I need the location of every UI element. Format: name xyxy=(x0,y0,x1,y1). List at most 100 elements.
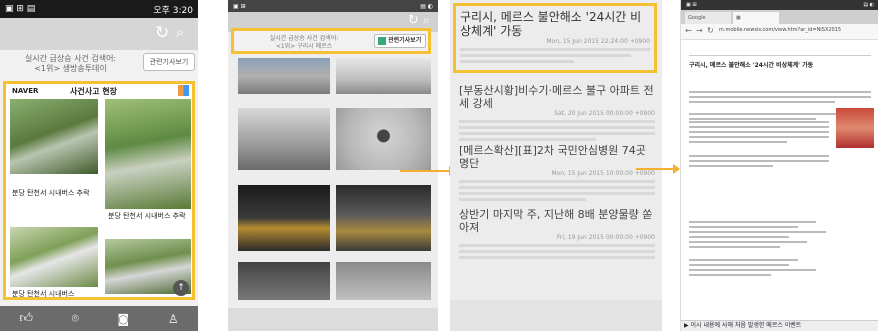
refresh-icon-2[interactable]: ↻ xyxy=(408,13,419,28)
grid-icon[interactable] xyxy=(178,85,189,96)
s2-thumb-3[interactable] xyxy=(238,108,330,170)
profile-icon[interactable]: ♙ xyxy=(168,312,179,326)
body-line xyxy=(689,91,871,93)
snippet-line xyxy=(459,198,587,201)
caption-1[interactable]: 분당 탄천서 시내버스 추락 xyxy=(12,189,94,198)
related-link[interactable] xyxy=(689,259,799,261)
article-title-4[interactable]: 상반기 마지막 주, 지난해 8배 분양물량 쏟아져 xyxy=(459,208,655,234)
url-field[interactable]: m.mobile.newsis.com/view.htm?ar_id=NISX2… xyxy=(719,27,869,37)
status-icons-left: ▣ ⊞ ▤ xyxy=(5,4,36,14)
snippet-line xyxy=(460,54,631,57)
caption-2[interactable]: 분당 탄천서 시내버스 추락 xyxy=(108,212,188,221)
s2-thumb-7[interactable] xyxy=(238,262,330,300)
article-headline: 구리시, 메르스 불안해소 '24시간 비상체계' 가동 xyxy=(689,62,814,69)
body-line xyxy=(689,96,871,98)
snippet-line xyxy=(459,120,655,123)
article-date-1: Mon, 15 Jun 2015 22:24:00 +0900 xyxy=(546,38,650,45)
article-date-4: Fri, 19 Jun 2015 00:00:00 +0900 xyxy=(556,234,655,241)
s2-thumb-6[interactable] xyxy=(336,185,431,251)
news-ticker[interactable]: ▶ 이시 내용에 사해 처음 발생한 메르스 이벤트 xyxy=(681,320,878,331)
screen-4: ▣ ⊞ ▤ ◐ Google ■ ← → ↻ m.mobile.newsis.co… xyxy=(680,0,878,331)
screen-1: ▣ ⊞ ▤ 오후 3:20 ↻ ⌕ 실시간 급상승 사건 검색어: <1위> 생… xyxy=(0,0,198,331)
related-link[interactable] xyxy=(689,221,817,223)
article-card-1[interactable]: 구리시, 메르스 불안해소 '24시간 비상체계' 가동 Mon, 15 Jun… xyxy=(453,3,657,73)
related-link[interactable] xyxy=(689,231,826,233)
bottom-fade xyxy=(450,300,662,331)
reload-icon[interactable]: ↻ xyxy=(707,26,714,35)
article-body-2 xyxy=(689,118,829,170)
bottom-nav-2 xyxy=(228,308,438,331)
flow-arrow-1 xyxy=(400,166,456,176)
news-thumb-3[interactable] xyxy=(10,227,98,287)
body-line xyxy=(689,101,835,103)
related-link[interactable] xyxy=(689,236,790,238)
article-title-3[interactable]: [메르스확산][표]2차 국민안심병원 74곳 명단 xyxy=(459,144,655,170)
scroll-top-button[interactable]: ↑ xyxy=(173,280,189,296)
related-link[interactable] xyxy=(689,246,780,248)
s2-thumb-5[interactable] xyxy=(238,185,330,251)
search-icon[interactable]: ⌕ xyxy=(176,23,184,41)
snippet-line xyxy=(459,126,655,129)
related-link[interactable] xyxy=(689,226,799,228)
section-title: 사건사고 현장 xyxy=(70,87,117,96)
alert-banner: 실시간 급상승 사건 검색어: <1위> 생방송투데이 관련기사보기 xyxy=(0,50,198,76)
address-bar: ← → ↻ m.mobile.newsis.com/view.htm?ar_id… xyxy=(681,24,878,40)
s2-thumb-2[interactable] xyxy=(336,58,431,94)
status-bar-2: ▣ ⊞ ▤ ◐ xyxy=(228,0,438,12)
s2-thumb-1[interactable] xyxy=(238,58,330,94)
flow-arrow-2 xyxy=(636,164,680,174)
article-photo xyxy=(836,108,874,148)
bottom-nav: 👍︎ ⌾ ◙ ♙ xyxy=(0,306,198,331)
article-card-3[interactable]: [메르스확산][표]2차 국민안심병원 74곳 명단 Mon, 15 Jun 2… xyxy=(457,142,657,206)
snippet-line xyxy=(459,244,655,247)
search-icon-2[interactable]: ⌕ xyxy=(423,13,430,28)
related-link[interactable] xyxy=(689,241,808,243)
snippet-line xyxy=(460,60,574,63)
snippet-line xyxy=(459,132,655,135)
article-title-2[interactable]: [부동산시황]비수기·메르스 불구 아파트 전세 강세 xyxy=(459,84,655,110)
news-thumb-1[interactable] xyxy=(10,99,98,174)
snippet-line xyxy=(459,192,655,195)
related-articles-button-2[interactable]: 관련기사보기 xyxy=(374,34,426,48)
news-icon xyxy=(378,36,386,45)
related-articles-button[interactable]: 관련기사보기 xyxy=(143,53,195,71)
alert-banner-2: 실시간 급상승 사건 검색어: <1위> 구리시 메르스 관련기사보기 xyxy=(231,28,431,54)
body-line xyxy=(689,141,787,143)
related-link[interactable] xyxy=(689,269,817,271)
site-header xyxy=(689,44,871,56)
s2-thumb-8[interactable] xyxy=(336,262,431,300)
related-btn-label: 관련기사보기 xyxy=(388,37,422,44)
camera-icon[interactable]: ◙ xyxy=(118,312,130,326)
s2-thumb-4[interactable] xyxy=(336,108,431,170)
alert-keyword-2: <1위> 구리시 메르스 xyxy=(275,43,333,50)
article-card-4[interactable]: 상반기 마지막 주, 지난해 8배 분양물량 쏟아져 Fri, 19 Jun 2… xyxy=(457,206,657,264)
related-links xyxy=(689,218,871,279)
body-line xyxy=(689,155,829,157)
related-link[interactable] xyxy=(689,274,771,276)
article-title-1[interactable]: 구리시, 메르스 불안해소 '24시간 비상체계' 가동 xyxy=(460,10,650,38)
article-card-2[interactable]: [부동산시황]비수기·메르스 불구 아파트 전세 강세 Sat, 20 Jun … xyxy=(457,82,657,146)
status-bar: ▣ ⊞ ▤ 오후 3:20 xyxy=(0,0,198,18)
back-icon[interactable]: ← xyxy=(685,26,692,35)
browser-tab-active[interactable]: ■ xyxy=(733,12,779,24)
status-bar-4: ▣ ⊞ ▤ ◐ xyxy=(681,0,878,10)
tab-strip: Google ■ xyxy=(681,10,878,24)
snippet-line xyxy=(459,186,655,189)
browser-tab[interactable]: Google xyxy=(685,12,731,24)
snippet-line xyxy=(459,256,655,259)
snippet-line xyxy=(459,138,597,141)
thumbs-up-icon[interactable]: 👍︎ xyxy=(19,311,33,326)
screen-2: ▣ ⊞ ▤ ◐ ↻ ⌕ 실시간 급상승 사건 검색어: <1위> 구리시 메르스 … xyxy=(228,0,438,331)
status-time: 오후 3:20 xyxy=(153,5,193,16)
body-line xyxy=(689,126,829,128)
caption-3[interactable]: 분당 탄천서 시내버스 xyxy=(12,289,94,299)
snippet-line xyxy=(459,250,655,253)
news-thumb-2[interactable] xyxy=(105,99,191,209)
location-pin-icon[interactable]: ⌾ xyxy=(72,311,79,326)
related-link[interactable] xyxy=(689,264,790,266)
refresh-icon[interactable]: ↻ xyxy=(155,23,169,43)
news-panel: NAVER 사건사고 현장 분당 탄천서 시내버스 추락 분당 탄천서 시내버스… xyxy=(3,81,195,300)
body-line xyxy=(689,121,829,123)
snippet-line xyxy=(459,180,655,183)
forward-icon[interactable]: → xyxy=(696,26,703,35)
